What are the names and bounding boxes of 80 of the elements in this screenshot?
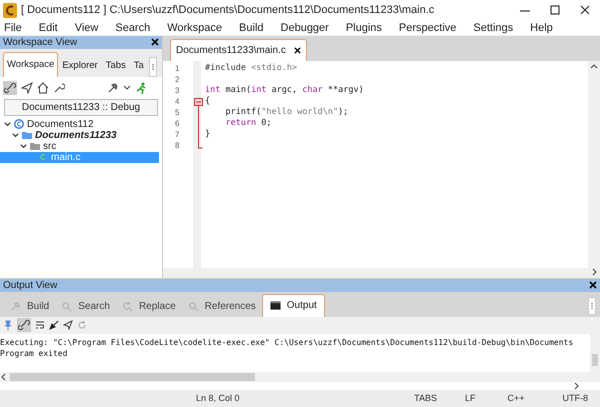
workspace-icon [14, 119, 24, 130]
replace-icon [122, 300, 133, 312]
hammer-icon [10, 300, 21, 312]
line-number: 2 [175, 74, 180, 85]
code-line: } [205, 128, 212, 140]
close-icon[interactable] [294, 46, 301, 54]
close-icon[interactable] [589, 281, 597, 290]
output-tab[interactable]: Build [4, 296, 56, 317]
code-line: { [205, 96, 212, 107]
search-icon [188, 300, 199, 312]
code-line: printf("hello world\n"); [224, 106, 350, 118]
fold-marker-icon[interactable] [194, 98, 203, 149]
link-icon[interactable] [3, 80, 17, 95]
tab[interactable]: Explorer [58, 56, 102, 77]
line-number: 1 [175, 62, 180, 74]
indent-mode[interactable]: TABS [414, 392, 437, 406]
cursor-position: Ln 8, Col 0 [196, 392, 240, 405]
menu-item[interactable]: Edit [38, 20, 58, 36]
close-icon[interactable] [151, 38, 159, 46]
search-icon [61, 300, 72, 312]
tab[interactable]: Ta [130, 56, 148, 77]
output-tab[interactable]: References [182, 296, 262, 317]
terminal-icon [270, 300, 281, 312]
menu-item[interactable]: Workspace [167, 20, 222, 36]
scrollbar-thumb[interactable] [592, 354, 598, 366]
output-line: Program exited [0, 348, 68, 359]
code-line: int main(int argc, char **argv) [205, 84, 365, 96]
line-number: 8 [175, 140, 180, 151]
line-number: 3 [175, 84, 180, 96]
folder-icon [30, 141, 40, 152]
menu-item[interactable]: Plugins [346, 20, 382, 36]
word-wrap-icon[interactable] [35, 320, 45, 330]
output-tab[interactable]: Replace [116, 296, 182, 317]
output-line: Executing: "C:\Program Files\CodeLite\codelite-exec.exe" C:\Users\uzzf\Documents\Documents112\build-Debug\bin\Documents [0, 336, 574, 348]
tab[interactable]: Tabs [102, 56, 130, 77]
folder-icon [22, 130, 32, 140]
menu-item[interactable]: Debugger [280, 20, 329, 36]
encoding[interactable]: UTF-8 [562, 392, 588, 406]
more-icon[interactable] [149, 56, 157, 77]
send-icon[interactable] [21, 82, 33, 94]
scroll-up-icon[interactable] [590, 62, 598, 71]
home-icon[interactable] [37, 82, 49, 94]
line-number: 4 [175, 96, 180, 107]
pin-icon[interactable] [3, 320, 13, 330]
panel-title: Output View [3, 278, 58, 293]
editor-tab[interactable]: Documents11233\main.c [170, 38, 307, 61]
tree-item[interactable]: Documents11233 [0, 130, 159, 141]
tree-item[interactable]: Documents112 [0, 118, 159, 130]
line-ending[interactable]: LF [464, 392, 476, 406]
menu-item[interactable]: File [4, 20, 22, 36]
hammer-icon[interactable] [107, 82, 119, 94]
app-logo-icon [3, 2, 17, 18]
menu-item[interactable]: Perspective [398, 20, 456, 36]
line-number: 5 [175, 106, 180, 118]
menu-item[interactable]: Help [530, 20, 553, 36]
scroll-right-icon[interactable] [572, 382, 580, 390]
scroll-left-icon[interactable] [0, 373, 8, 382]
window-title: [ Documents112 ] C:\Users\uzzf\Documents\Documents112\Documents11233\main.c [21, 3, 434, 18]
line-number: 7 [175, 128, 180, 140]
scrollbar-thumb[interactable] [10, 373, 255, 382]
menu-item[interactable]: Settings [473, 20, 514, 36]
line-number: 6 [175, 118, 180, 129]
configuration-dropdown[interactable]: Documents11233 :: Debug [4, 98, 158, 116]
more-icon[interactable] [588, 296, 596, 315]
tab[interactable]: Workspace [3, 52, 58, 77]
code-line: return 0; [224, 118, 273, 129]
menu-item[interactable]: Search [115, 20, 150, 36]
scroll-right-icon[interactable] [590, 268, 598, 276]
panel-title: Workspace View [3, 36, 78, 50]
send-icon[interactable] [63, 320, 73, 330]
caret-icon[interactable] [123, 84, 131, 92]
output-tab[interactable]: Search [55, 296, 116, 317]
language[interactable]: C++ [507, 392, 524, 406]
c-file-icon [38, 152, 48, 162]
output-tab[interactable]: Output [262, 294, 325, 317]
link-icon[interactable] [17, 318, 31, 332]
menu-item[interactable]: View [74, 20, 98, 36]
tree-item[interactable]: src [0, 140, 159, 152]
menu-item[interactable]: Build [239, 20, 264, 36]
code-line: #include <stdio.h> [205, 62, 298, 74]
